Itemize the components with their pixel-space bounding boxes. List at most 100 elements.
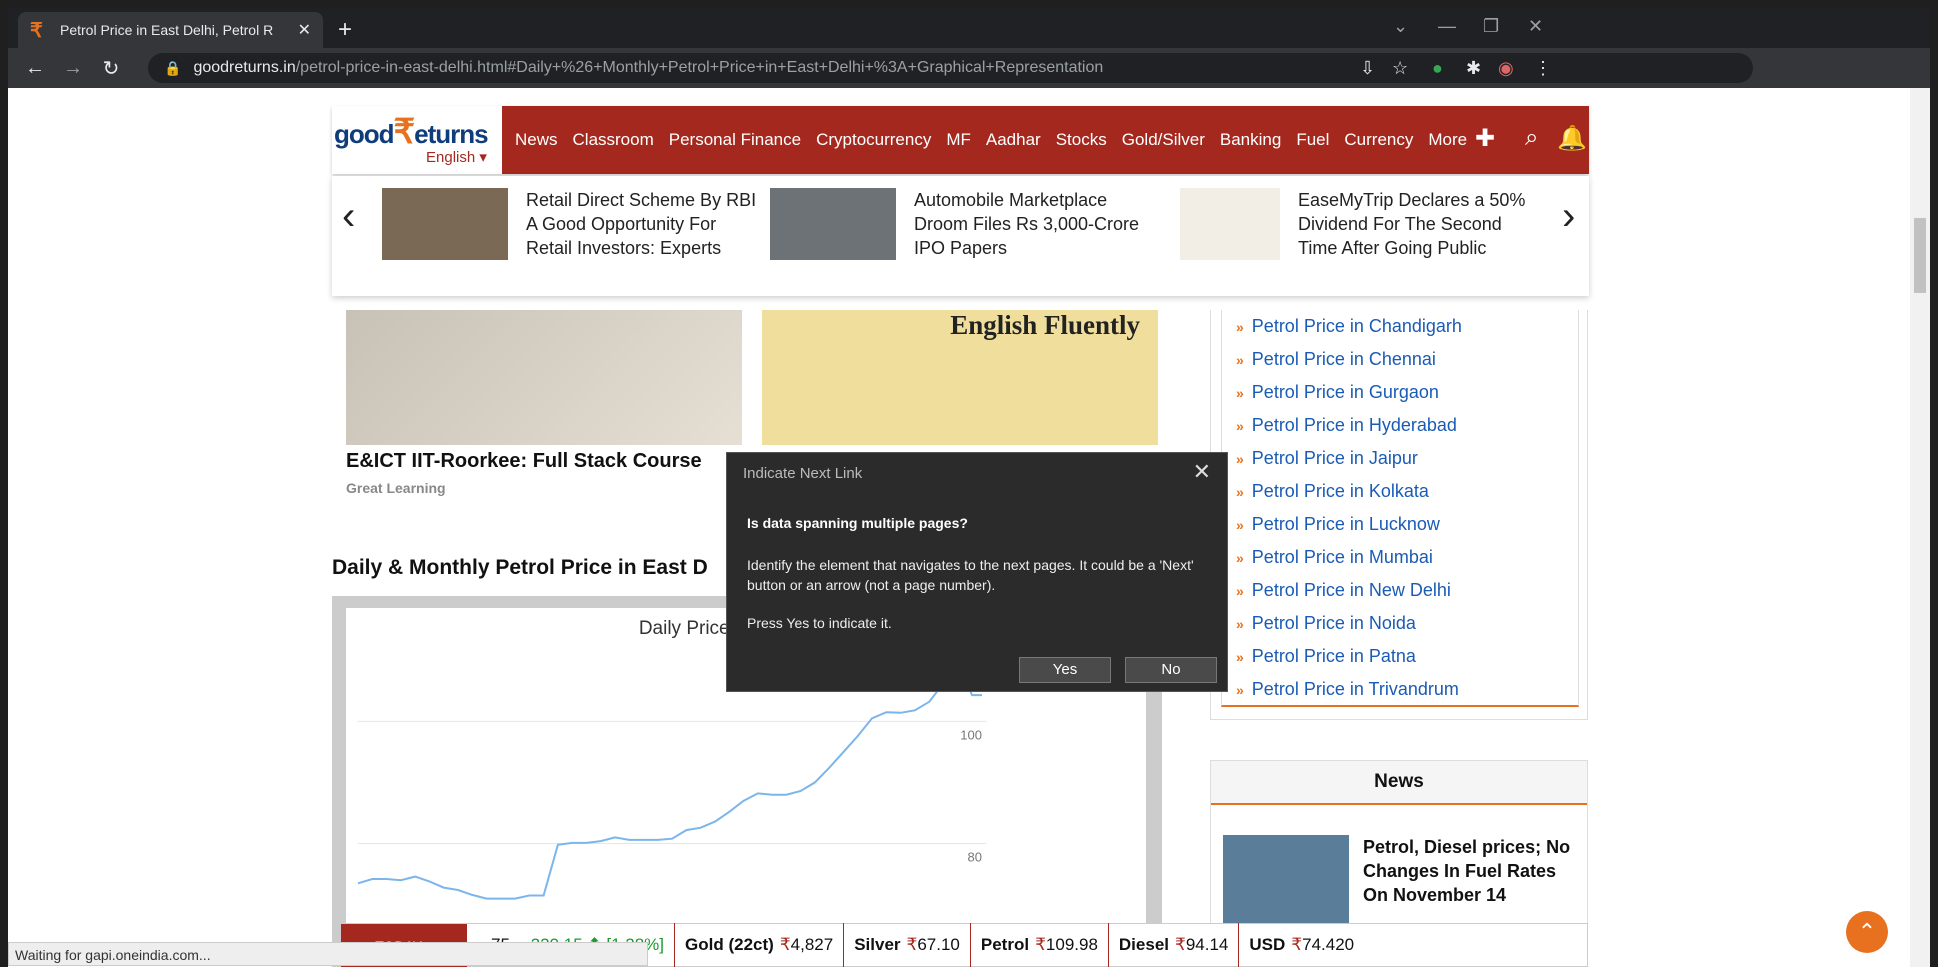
nav-mf[interactable]: MF <box>946 130 971 150</box>
carousel-prev-icon[interactable]: ‹ <box>342 194 355 239</box>
indicate-next-link-dialog: Indicate Next Link ✕ Is data spanning mu… <box>726 452 1228 692</box>
city-link[interactable]: » Petrol Price in Jaipur <box>1222 442 1578 475</box>
ad-title[interactable]: E&ICT IIT-Roorkee: Full Stack Course <box>346 450 702 473</box>
city-link[interactable]: » Petrol Price in Lucknow <box>1222 508 1578 541</box>
carousel-item[interactable]: Retail Direct Scheme By RBI A Good Oppor… <box>382 188 762 268</box>
chevron-right-icon: » <box>1236 352 1244 368</box>
nav-news[interactable]: News <box>515 130 558 150</box>
dialog-title: Indicate Next Link <box>743 465 863 482</box>
puzzle-icon[interactable]: ✚ <box>1475 124 1495 153</box>
carousel-next-icon[interactable]: › <box>1562 194 1575 239</box>
news-header: News <box>1211 761 1587 805</box>
forward-icon[interactable]: → <box>54 57 92 80</box>
install-icon[interactable]: ⇩ <box>1360 58 1375 79</box>
ad-image[interactable] <box>346 310 742 445</box>
city-link[interactable]: » Petrol Price in Gurgaon <box>1222 376 1578 409</box>
tab-search-icon[interactable]: ⌄ <box>1393 16 1408 37</box>
city-link[interactable]: » Petrol Price in Patna <box>1222 640 1578 673</box>
chevron-right-icon: » <box>1236 484 1244 500</box>
dialog-body: Identify the element that navigates to t… <box>747 557 1194 593</box>
chevron-right-icon: » <box>1236 649 1244 665</box>
ad-sponsor: Great Learning <box>346 480 446 496</box>
yes-button[interactable]: Yes <box>1019 657 1111 683</box>
ticker-petrol[interactable]: Petrol ₹109.98 <box>969 923 1108 967</box>
site-logo[interactable]: good₹eturns English ▾ <box>332 106 502 174</box>
reload-icon[interactable]: ↻ <box>92 56 130 81</box>
browser-tab[interactable]: ₹ Petrol Price in East Delhi, Petrol R ✕ <box>18 12 323 48</box>
city-link[interactable]: » Petrol Price in New Delhi <box>1222 574 1578 607</box>
nav-fuel[interactable]: Fuel <box>1296 130 1329 150</box>
nav-stocks[interactable]: Stocks <box>1056 130 1107 150</box>
carousel-headline: Automobile Marketplace Droom Files Rs 3,… <box>914 190 1140 258</box>
chevron-right-icon: » <box>1236 385 1244 401</box>
language-selector[interactable]: English ▾ <box>426 148 502 166</box>
city-link[interactable]: » Petrol Price in Chennai <box>1222 343 1578 376</box>
close-window-icon[interactable]: ✕ <box>1528 16 1543 37</box>
main-nav: News Classroom Personal Finance Cryptocu… <box>515 106 1482 174</box>
carousel-item[interactable]: EaseMyTrip Declares a 50% Dividend For T… <box>1180 188 1560 268</box>
nav-cryptocurrency[interactable]: Cryptocurrency <box>816 130 931 150</box>
city-link[interactable]: » Petrol Price in Hyderabad <box>1222 409 1578 442</box>
bell-icon[interactable]: 🔔 <box>1557 124 1587 153</box>
minimize-icon[interactable]: — <box>1438 16 1456 37</box>
page-scrollbar[interactable] <box>1910 88 1930 967</box>
chevron-right-icon: » <box>1236 550 1244 566</box>
ad-banner-text: English Fluently <box>950 310 1140 340</box>
extensions-puzzle-icon[interactable]: ✱ <box>1466 58 1481 79</box>
city-link[interactable]: » Petrol Price in Mumbai <box>1222 541 1578 574</box>
url-path: /petrol-price-in-east-delhi.html#Daily+%… <box>295 59 1104 76</box>
profile-avatar-icon[interactable]: ◉ <box>1498 58 1514 79</box>
nav-currency[interactable]: Currency <box>1344 130 1413 150</box>
tab-strip: ₹ Petrol Price in East Delhi, Petrol R ✕… <box>8 8 1930 48</box>
search-icon[interactable]: ⌕ <box>1525 124 1538 152</box>
scroll-to-top-button[interactable]: ⌃ <box>1846 911 1888 953</box>
back-icon[interactable]: ← <box>16 57 54 80</box>
price-line-series <box>357 658 982 900</box>
news-thumb[interactable] <box>1223 835 1349 925</box>
no-button[interactable]: No <box>1125 657 1217 683</box>
news-headline[interactable]: Petrol, Diesel prices; No Changes In Fue… <box>1363 835 1583 907</box>
news-carousel: ‹ Retail Direct Scheme By RBI A Good Opp… <box>332 176 1589 296</box>
new-tab-button[interactable]: + <box>338 16 352 44</box>
section-title: Daily & Monthly Petrol Price in East D <box>332 556 708 579</box>
y-tick-label: 80 <box>968 850 982 865</box>
restore-icon[interactable]: ❐ <box>1483 16 1499 37</box>
rupee-favicon-icon: ₹ <box>30 19 43 42</box>
bookmark-star-icon[interactable]: ☆ <box>1392 58 1408 79</box>
carousel-headline: EaseMyTrip Declares a 50% Dividend For T… <box>1298 190 1526 258</box>
chevron-right-icon: » <box>1236 319 1244 335</box>
nav-personal-finance[interactable]: Personal Finance <box>669 130 801 150</box>
nav-more[interactable]: More <box>1428 130 1467 150</box>
ad-banner[interactable]: English Fluently <box>762 310 1158 445</box>
city-link[interactable]: » Petrol Price in Noida <box>1222 607 1578 640</box>
nav-aadhar[interactable]: Aadhar <box>986 130 1041 150</box>
url-host: goodreturns.in <box>193 59 296 76</box>
extension-badge-icon[interactable]: ● <box>1432 58 1443 79</box>
city-link[interactable]: » Petrol Price in Kolkata <box>1222 475 1578 508</box>
ticker-diesel[interactable]: Diesel ₹94.14 <box>1107 923 1238 967</box>
nav-banking[interactable]: Banking <box>1220 130 1281 150</box>
chevron-right-icon: » <box>1236 682 1244 698</box>
ticker-silver[interactable]: Silver ₹67.10 <box>843 923 970 967</box>
carousel-item[interactable]: Automobile Marketplace Droom Files Rs 3,… <box>770 188 1150 268</box>
tab-title: Petrol Price in East Delhi, Petrol R <box>60 22 274 38</box>
scrollbar-thumb[interactable] <box>1914 218 1926 293</box>
browser-toolbar: ← → ↻ 🔒 goodreturns.in/petrol-price-in-e… <box>8 48 1930 88</box>
ticker-gold[interactable]: Gold (22ct) ₹4,827 <box>674 923 843 967</box>
dialog-close-icon[interactable]: ✕ <box>1193 459 1211 485</box>
city-link[interactable]: » Petrol Price in Chandigarh <box>1222 310 1578 343</box>
web-page: good₹eturns English ▾ News Classroom Per… <box>8 88 1930 967</box>
chevron-right-icon: » <box>1236 583 1244 599</box>
ticker-usd[interactable]: USD ₹74.420 <box>1238 923 1364 967</box>
city-link[interactable]: » Petrol Price in Trivandrum <box>1222 673 1578 706</box>
status-bar: Waiting for gapi.oneindia.com... <box>8 942 648 966</box>
lock-icon: 🔒 <box>164 59 182 76</box>
chevron-right-icon: » <box>1236 451 1244 467</box>
site-header: good₹eturns English ▾ News Classroom Per… <box>332 106 1589 174</box>
menu-kebab-icon[interactable]: ⋮ <box>1534 58 1552 79</box>
nav-gold-silver[interactable]: Gold/Silver <box>1122 130 1205 150</box>
carousel-thumb <box>770 188 896 260</box>
nav-classroom[interactable]: Classroom <box>573 130 654 150</box>
browser-window: ₹ Petrol Price in East Delhi, Petrol R ✕… <box>8 8 1930 967</box>
close-tab-icon[interactable]: ✕ <box>298 20 311 40</box>
